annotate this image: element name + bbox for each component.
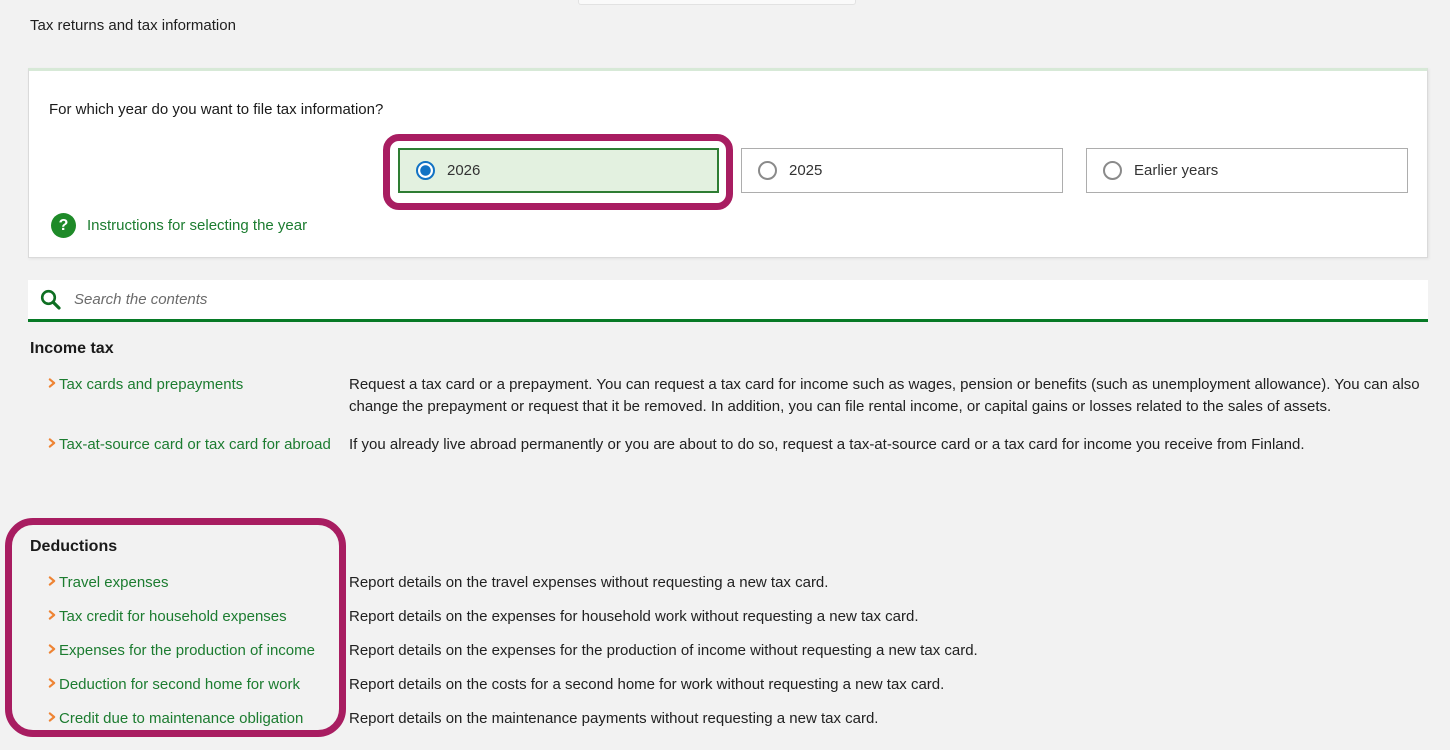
- list-item: Credit due to maintenance obligation Rep…: [30, 708, 1428, 730]
- item-description: Report details on the travel expenses wi…: [349, 572, 1428, 594]
- page-title: Tax returns and tax information: [30, 17, 236, 34]
- section-heading: Deductions: [30, 536, 1428, 558]
- search-input[interactable]: [74, 280, 1428, 319]
- list-item: Tax cards and prepayments Request a tax …: [30, 374, 1428, 418]
- question-mark-icon[interactable]: ?: [51, 213, 76, 238]
- scrolled-off-element-edge: [578, 0, 856, 5]
- chevron-right-icon: [45, 674, 59, 688]
- year-option-earlier-years[interactable]: Earlier years: [1086, 148, 1408, 193]
- item-description: Report details on the costs for a second…: [349, 674, 1428, 696]
- year-option-label: 2026: [447, 162, 480, 179]
- radio-unchecked-icon[interactable]: [758, 161, 777, 180]
- item-link[interactable]: Deduction for second home for work: [59, 674, 349, 696]
- list-item: Expenses for the production of income Re…: [30, 640, 1428, 662]
- section-deductions: Deductions Travel expenses Report detail…: [30, 536, 1428, 742]
- section-income-tax: Income tax Tax cards and prepayments Req…: [30, 338, 1428, 472]
- list-item: Tax credit for household expenses Report…: [30, 606, 1428, 628]
- item-description: Report details on the expenses for house…: [349, 606, 1428, 628]
- item-description: If you already live abroad permanently o…: [349, 434, 1428, 456]
- year-help-row: ? Instructions for selecting the year: [51, 213, 307, 238]
- radio-unchecked-icon[interactable]: [1103, 161, 1122, 180]
- item-link[interactable]: Expenses for the production of income: [59, 640, 349, 662]
- radio-checked-icon[interactable]: [416, 161, 435, 180]
- item-link[interactable]: Tax cards and prepayments: [59, 374, 349, 396]
- chevron-right-icon: [45, 606, 59, 620]
- item-link[interactable]: Travel expenses: [59, 572, 349, 594]
- instructions-link[interactable]: Instructions for selecting the year: [87, 217, 307, 234]
- year-option-label: 2025: [789, 162, 822, 179]
- search-icon: [39, 288, 62, 311]
- year-option-2026[interactable]: 2026: [398, 148, 719, 193]
- item-description: Report details on the maintenance paymen…: [349, 708, 1428, 730]
- list-item: Tax-at-source card or tax card for abroa…: [30, 434, 1428, 456]
- item-description: Request a tax card or a prepayment. You …: [349, 374, 1428, 418]
- chevron-right-icon: [45, 640, 59, 654]
- chevron-right-icon: [45, 572, 59, 586]
- year-selection-panel: For which year do you want to file tax i…: [28, 68, 1428, 258]
- list-item: Travel expenses Report details on the tr…: [30, 572, 1428, 594]
- section-heading: Income tax: [30, 338, 1428, 360]
- chevron-right-icon: [45, 708, 59, 722]
- item-description: Report details on the expenses for the p…: [349, 640, 1428, 662]
- list-item: Deduction for second home for work Repor…: [30, 674, 1428, 696]
- search-bar: [28, 280, 1428, 322]
- year-option-2025[interactable]: 2025: [741, 148, 1063, 193]
- chevron-right-icon: [45, 374, 59, 388]
- year-question: For which year do you want to file tax i…: [49, 101, 383, 118]
- chevron-right-icon: [45, 434, 59, 448]
- item-link[interactable]: Tax-at-source card or tax card for abroa…: [59, 434, 349, 456]
- year-option-label: Earlier years: [1134, 162, 1218, 179]
- item-link[interactable]: Tax credit for household expenses: [59, 606, 349, 628]
- item-link[interactable]: Credit due to maintenance obligation: [59, 708, 349, 730]
